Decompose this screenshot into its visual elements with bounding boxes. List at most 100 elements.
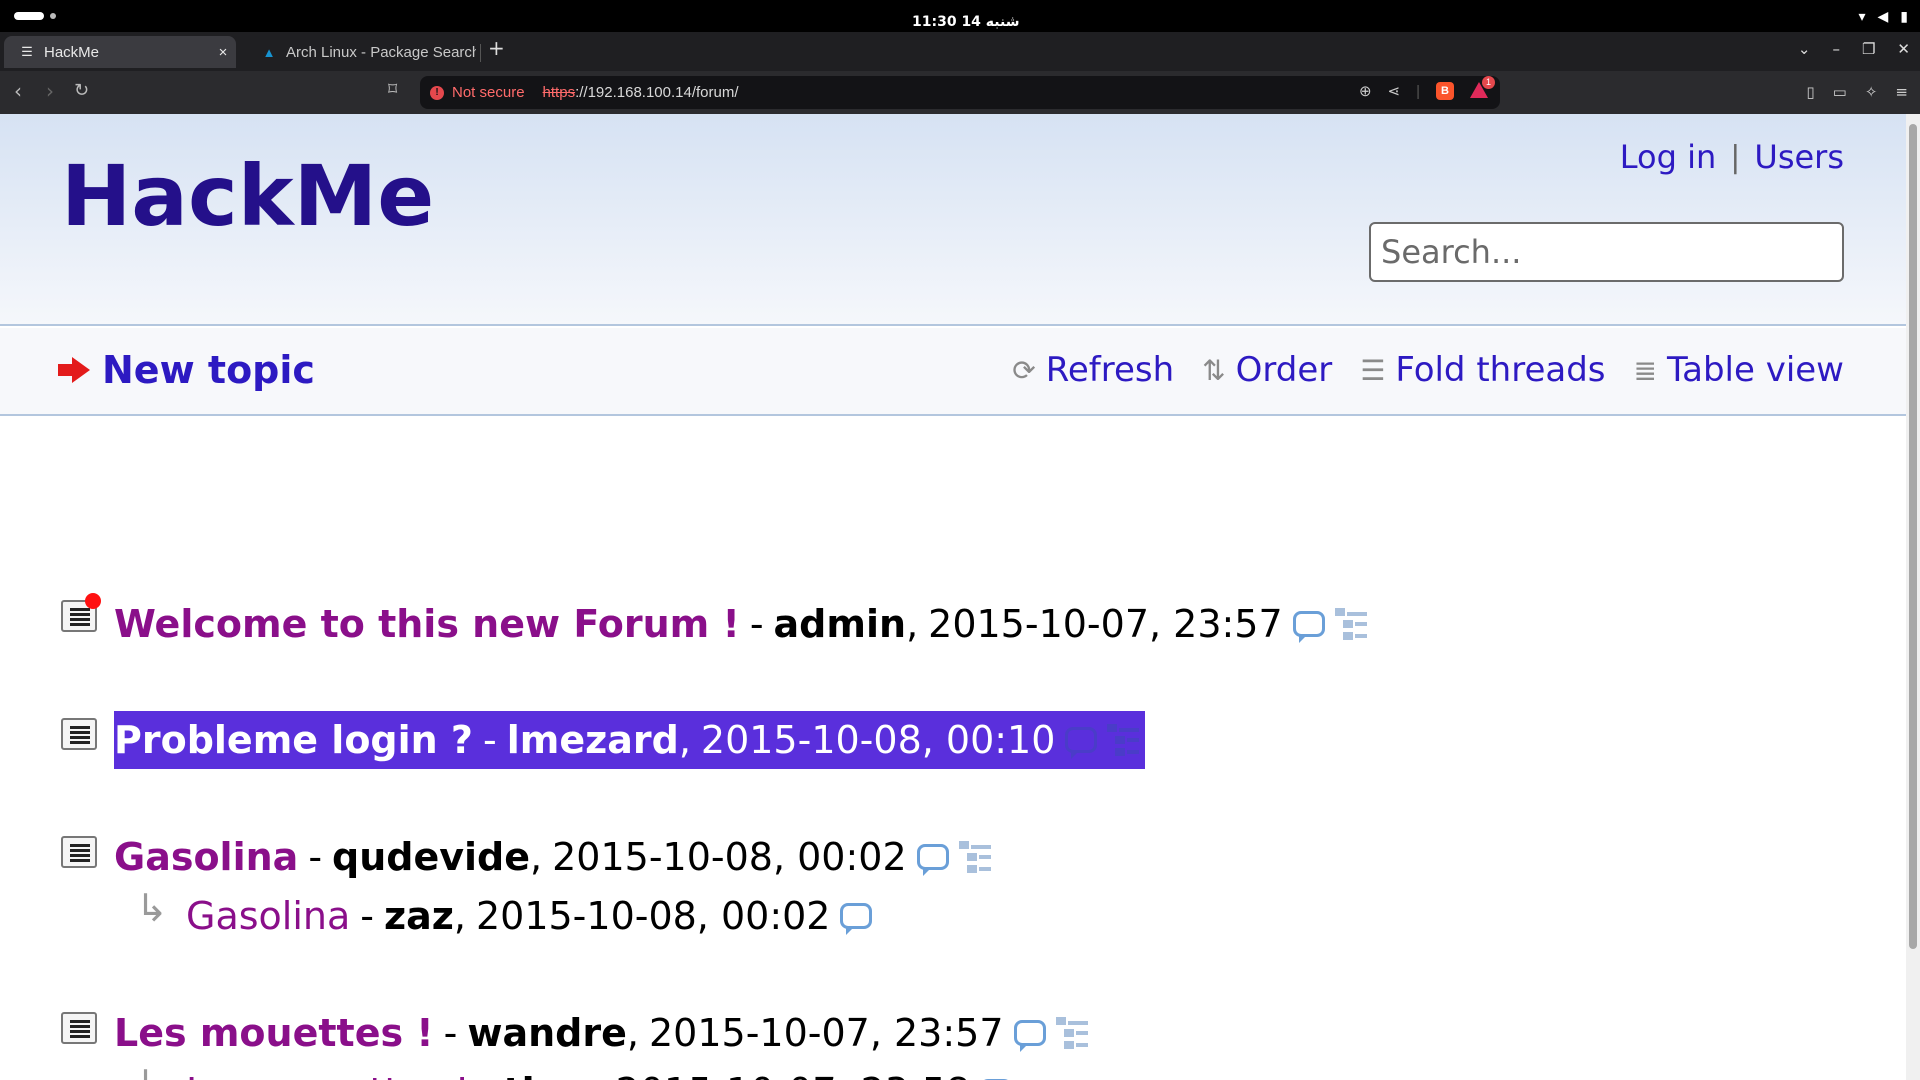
thread-row[interactable]: Gasolina - qudevide, 2015-10-08, 00:02 — [114, 830, 991, 884]
reply-row[interactable]: Les mouettes ! - thor, 2015-10-07, 23:58 — [186, 1065, 1013, 1080]
menu-icon[interactable]: ≡ — [1895, 83, 1908, 101]
thread-subject[interactable]: Les mouettes ! — [114, 1011, 434, 1055]
security-label[interactable]: Not secure — [452, 84, 525, 101]
thread-icon[interactable] — [61, 836, 97, 868]
refresh-icon: ⟳ — [1012, 353, 1036, 387]
brave-rewards-icon[interactable]: 1 — [1470, 76, 1495, 100]
reply-icon[interactable] — [1013, 1020, 1046, 1052]
reply-row[interactable]: Gasolina - zaz, 2015-10-08, 00:02 — [186, 889, 873, 943]
new-topic-label: New topic — [102, 348, 315, 392]
browser-toolbar: ‹ › ↻ ⌑ ! Not secure https ://192.168.10… — [0, 71, 1920, 114]
forward-icon[interactable]: › — [46, 79, 54, 103]
thread-author: admin — [773, 602, 907, 646]
new-tab-button[interactable]: + — [488, 38, 505, 58]
arrow-right-icon — [58, 357, 90, 383]
thread-icon[interactable] — [61, 1012, 97, 1044]
thread-tree-icon[interactable] — [1107, 724, 1140, 756]
sidebar-icon[interactable]: ▯ — [1806, 83, 1814, 101]
thread-new-icon[interactable] — [61, 593, 101, 632]
reply-icon[interactable] — [1292, 611, 1325, 643]
user-links: Log in | Users — [1620, 138, 1844, 176]
leo-ai-icon[interactable]: ✧ — [1865, 83, 1878, 101]
tab-arch-linux[interactable]: ▲ Arch Linux - Package Search — [246, 36, 476, 68]
volume-icon[interactable]: ◀ — [1878, 9, 1889, 25]
wallet-icon[interactable]: ▭ — [1833, 83, 1847, 101]
arch-logo-icon: ▲ — [262, 44, 276, 60]
close-tab-icon[interactable]: × — [210, 44, 236, 61]
tab-title: Arch Linux - Package Search — [286, 43, 476, 61]
thread-tree-icon[interactable] — [1055, 1017, 1088, 1049]
bookmark-icon[interactable]: ⌑ — [388, 79, 397, 100]
address-bar[interactable]: ! Not secure https ://192.168.100.14/for… — [420, 76, 1500, 109]
wifi-icon[interactable]: ▾ — [1858, 9, 1865, 25]
url-text: ://192.168.100.14/forum/ — [575, 84, 739, 101]
order-label: Order — [1235, 350, 1333, 390]
forum-action-bar: New topic ⟳ Refresh ⇅ Order ☰ Fold threa… — [0, 328, 1906, 416]
thread-author: qudevide — [332, 835, 531, 879]
tab-title: HackMe — [44, 43, 100, 61]
new-post-marker — [85, 593, 101, 609]
thread-row[interactable]: Les mouettes ! - wandre, 2015-10-07, 23:… — [114, 1006, 1088, 1060]
refresh-link[interactable]: ⟳ Refresh — [1012, 350, 1174, 390]
window-controls: ⌄ – ❐ ✕ — [1798, 40, 1910, 58]
minimize-icon[interactable]: – — [1832, 40, 1840, 58]
tab-list-icon[interactable]: ⌄ — [1798, 40, 1811, 58]
new-topic-link[interactable]: New topic — [58, 348, 315, 392]
battery-icon[interactable]: ▮ — [1900, 9, 1908, 25]
browser-menu-tools: ▯ ▭ ✧ ≡ — [1806, 83, 1908, 101]
thread-tree-icon[interactable] — [1334, 608, 1367, 640]
forum-header: HackMe Log in | Users — [0, 114, 1906, 326]
thread-author: lmezard — [506, 718, 679, 762]
table-view-link[interactable]: ≣ Table view — [1634, 350, 1845, 390]
close-window-icon[interactable]: ✕ — [1897, 40, 1910, 58]
users-link[interactable]: Users — [1754, 138, 1844, 176]
url-scheme: https — [542, 84, 576, 101]
system-tray[interactable]: ▾ ◀ ▮ — [1858, 9, 1908, 25]
tab-divider — [480, 44, 481, 62]
brave-shields-icon[interactable]: B — [1436, 82, 1454, 100]
thread-tree-icon[interactable] — [958, 841, 991, 873]
fold-threads-link[interactable]: ☰ Fold threads — [1360, 350, 1605, 390]
not-secure-icon[interactable]: ! — [430, 85, 444, 100]
thread-subject[interactable]: Welcome to this new Forum ! — [114, 602, 740, 646]
page-scrollbar[interactable] — [1906, 114, 1920, 1080]
rewards-badge: 1 — [1482, 76, 1495, 89]
reply-icon[interactable] — [840, 903, 873, 935]
reply-icon[interactable] — [1065, 727, 1098, 759]
thread-subject[interactable]: Probleme login ? — [114, 718, 473, 762]
share-icon[interactable]: ⋖ — [1388, 82, 1401, 100]
sort-icon: ⇅ — [1202, 353, 1226, 387]
reply-subject[interactable]: Les mouettes ! — [186, 1070, 470, 1080]
maximize-icon[interactable]: ❐ — [1862, 40, 1875, 58]
scrollbar-thumb[interactable] — [1909, 124, 1917, 949]
login-link[interactable]: Log in — [1620, 138, 1717, 176]
site-title[interactable]: HackMe — [61, 146, 434, 246]
reply-icon[interactable] — [916, 844, 949, 876]
thread-date: 2015-10-08, 00:02 — [552, 835, 907, 879]
fold-icon: ☰ — [1360, 353, 1386, 387]
view-actions: ⟳ Refresh ⇅ Order ☰ Fold threads ≣ Table… — [1012, 350, 1844, 390]
reload-icon[interactable]: ↻ — [74, 79, 89, 103]
tab-hackme[interactable]: ☰ HackMe × — [4, 36, 236, 68]
address-bar-actions: ⊕ ⋖ | B 1 — [1359, 76, 1495, 100]
system-clock[interactable]: 11:30 شنبه 14 — [912, 14, 1019, 30]
os-top-bar: 11:30 شنبه 14 ▾ ◀ ▮ — [0, 0, 1920, 32]
reply-subject[interactable]: Gasolina — [186, 894, 350, 938]
refresh-label: Refresh — [1045, 350, 1175, 390]
web-page: HackMe Log in | Users New topic ⟳ Refres… — [0, 114, 1906, 1080]
thread-row-selected[interactable]: Probleme login ? - lmezard, 2015-10-08, … — [114, 711, 1146, 769]
reply-date: 2015-10-07, 23:58 — [616, 1070, 971, 1080]
thread-icon[interactable] — [61, 718, 97, 750]
table-label: Table view — [1666, 350, 1844, 390]
order-link[interactable]: ⇅ Order — [1202, 350, 1332, 390]
zoom-icon[interactable]: ⊕ — [1359, 82, 1372, 100]
page-icon: ☰ — [21, 44, 33, 59]
workspace-dot — [50, 13, 56, 19]
thread-row[interactable]: Welcome to this new Forum ! - admin, 201… — [114, 597, 1367, 651]
thread-subject[interactable]: Gasolina — [114, 835, 298, 879]
table-icon: ≣ — [1633, 353, 1657, 387]
activities-indicator[interactable] — [14, 12, 44, 20]
search-input[interactable] — [1369, 222, 1844, 282]
back-icon[interactable]: ‹ — [14, 79, 22, 103]
reply-date: 2015-10-08, 00:02 — [475, 894, 831, 938]
